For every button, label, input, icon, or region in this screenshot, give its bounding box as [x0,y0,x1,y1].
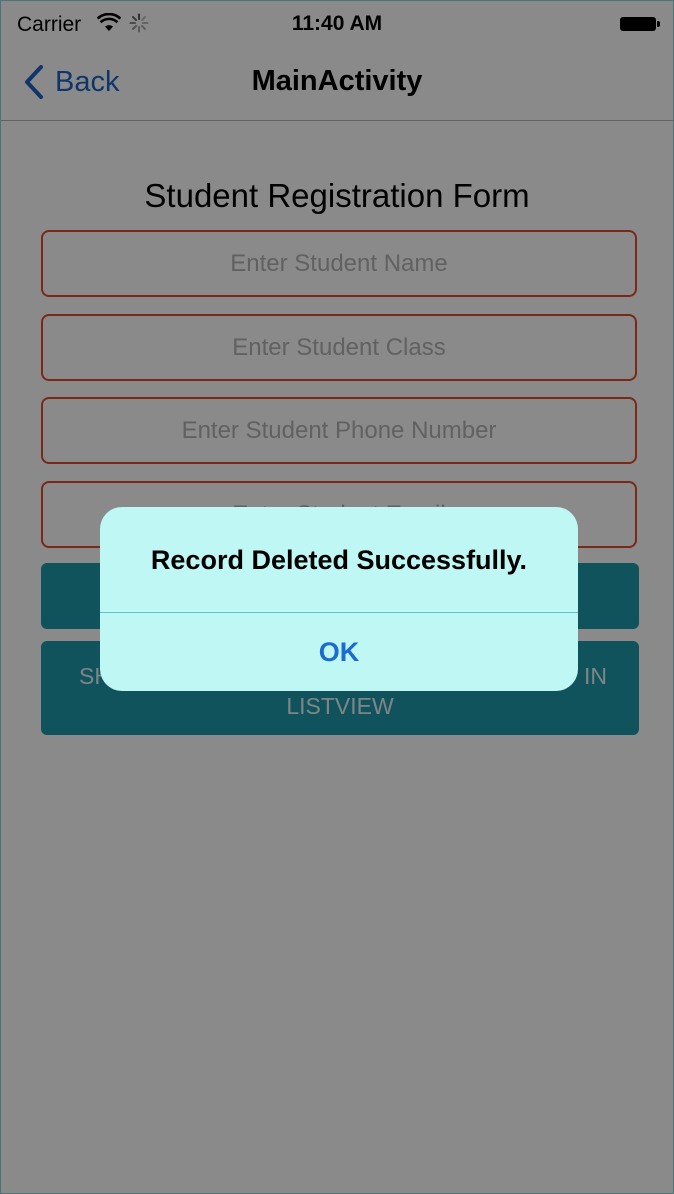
alert-message: Record Deleted Successfully. [150,545,528,575]
alert-dialog: Record Deleted Successfully. OK [100,507,578,691]
ok-button[interactable]: OK [100,613,578,691]
